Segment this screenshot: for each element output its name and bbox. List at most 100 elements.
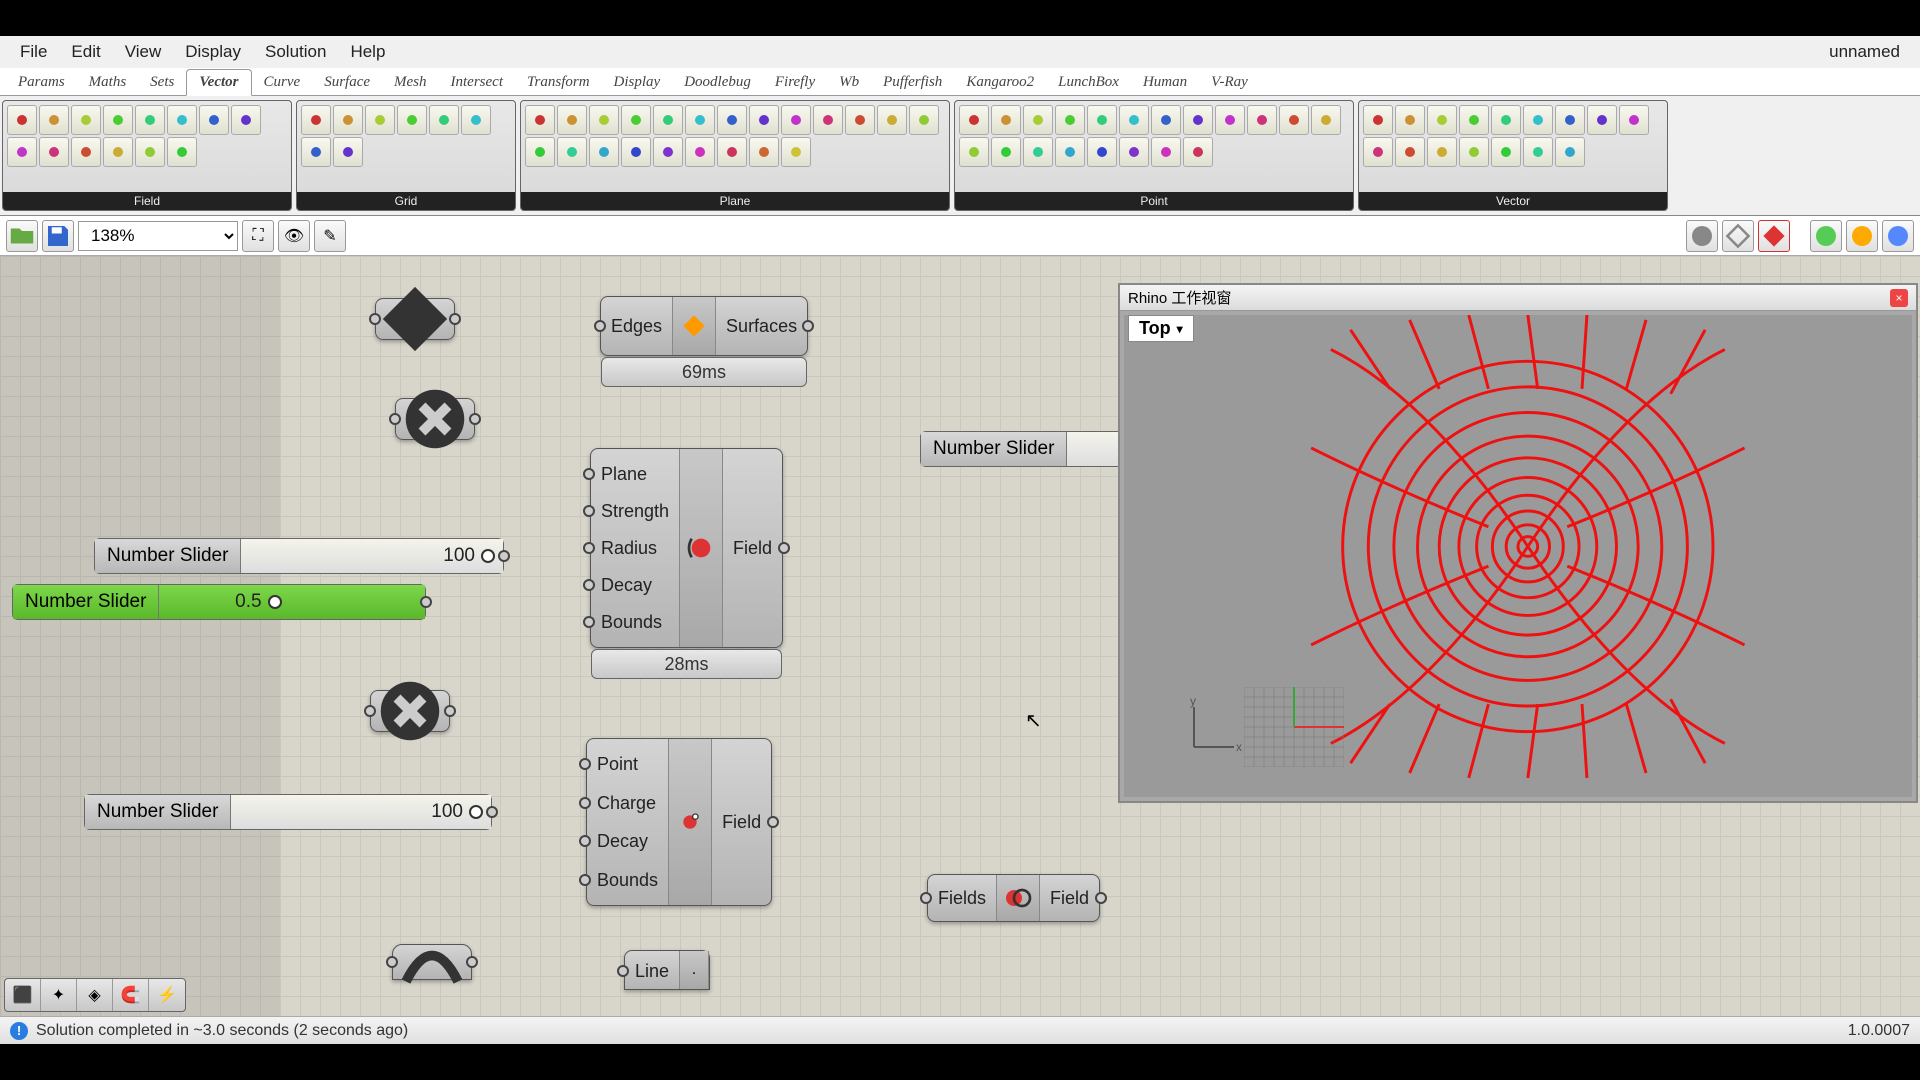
component-icon[interactable] — [959, 137, 989, 167]
slider-thumb[interactable] — [481, 549, 495, 563]
component-icon[interactable] — [653, 105, 683, 135]
component-icon[interactable] — [653, 137, 683, 167]
preview-mesh-high-button[interactable] — [1846, 220, 1878, 252]
component-icon[interactable] — [333, 105, 363, 135]
component-icon[interactable] — [1151, 105, 1181, 135]
component-icon[interactable] — [461, 105, 491, 135]
component-icon[interactable] — [1055, 137, 1085, 167]
input-grip[interactable] — [579, 758, 591, 770]
preview-button[interactable]: 👁 — [278, 220, 310, 252]
component-icon[interactable] — [167, 137, 197, 167]
output-grip[interactable] — [778, 542, 790, 554]
component-icon[interactable] — [1279, 105, 1309, 135]
component-icon[interactable] — [333, 137, 363, 167]
rhino-titlebar[interactable]: Rhino 工作视窗 × — [1120, 285, 1916, 311]
component-icon[interactable] — [135, 137, 165, 167]
tab-sets[interactable]: Sets — [138, 70, 186, 95]
component-icon[interactable] — [557, 137, 587, 167]
component-icon[interactable] — [1151, 137, 1181, 167]
output-grip[interactable] — [1095, 892, 1107, 904]
input-grip[interactable] — [579, 874, 591, 886]
slider-thumb[interactable] — [268, 595, 282, 609]
toolbar-btn-1[interactable]: ⬛ — [5, 979, 41, 1011]
save-button[interactable] — [42, 220, 74, 252]
menu-file[interactable]: File — [8, 36, 59, 68]
component-icon[interactable] — [365, 105, 395, 135]
output-grip[interactable] — [767, 816, 779, 828]
component-icon[interactable] — [39, 105, 69, 135]
tab-params[interactable]: Params — [6, 70, 77, 95]
component-icon[interactable] — [909, 105, 939, 135]
toolbar-btn-2[interactable]: ✦ — [41, 979, 77, 1011]
component-icon[interactable] — [103, 137, 133, 167]
component-icon[interactable] — [991, 105, 1021, 135]
component-icon[interactable] — [397, 105, 427, 135]
menu-solution[interactable]: Solution — [253, 36, 338, 68]
zoom-select[interactable]: 138% — [78, 221, 238, 251]
component-icon[interactable] — [1215, 105, 1245, 135]
component-icon[interactable] — [7, 105, 37, 135]
output-grip[interactable] — [486, 806, 498, 818]
component-icon[interactable] — [959, 105, 989, 135]
node-curve-param[interactable] — [392, 944, 472, 980]
component-icon[interactable] — [1523, 137, 1553, 167]
tab-mesh[interactable]: Mesh — [382, 70, 439, 95]
input-grip[interactable] — [579, 797, 591, 809]
tab-curve[interactable]: Curve — [252, 70, 313, 95]
component-icon[interactable] — [877, 105, 907, 135]
node-line[interactable]: Line . — [624, 950, 710, 990]
tab-doodlebug[interactable]: Doodlebug — [672, 70, 763, 95]
component-icon[interactable] — [1119, 105, 1149, 135]
component-icon[interactable] — [813, 105, 843, 135]
component-icon[interactable] — [71, 137, 101, 167]
input-grip[interactable] — [583, 505, 595, 517]
component-icon[interactable] — [1183, 137, 1213, 167]
node-merge-fields[interactable]: Fields Field — [927, 874, 1100, 922]
slider-0.5-selected[interactable]: Number Slider 0.5 — [12, 584, 426, 620]
component-icon[interactable] — [845, 105, 875, 135]
preview-mesh-low-button[interactable] — [1810, 220, 1842, 252]
output-grip[interactable] — [444, 705, 456, 717]
menu-help[interactable]: Help — [338, 36, 397, 68]
component-icon[interactable] — [781, 105, 811, 135]
component-icon[interactable] — [1023, 105, 1053, 135]
component-icon[interactable] — [1427, 105, 1457, 135]
open-button[interactable] — [6, 220, 38, 252]
component-icon[interactable] — [1491, 105, 1521, 135]
output-grip[interactable] — [469, 413, 481, 425]
menu-view[interactable]: View — [113, 36, 174, 68]
component-icon[interactable] — [685, 137, 715, 167]
preview-off-button[interactable] — [1686, 220, 1718, 252]
component-icon[interactable] — [135, 105, 165, 135]
component-icon[interactable] — [1395, 105, 1425, 135]
menu-display[interactable]: Display — [173, 36, 253, 68]
input-grip[interactable] — [583, 542, 595, 554]
component-icon[interactable] — [1119, 137, 1149, 167]
component-icon[interactable] — [1395, 137, 1425, 167]
tab-wb[interactable]: Wb — [827, 70, 871, 95]
component-icon[interactable] — [717, 137, 747, 167]
component-icon[interactable] — [429, 105, 459, 135]
preview-mesh-doc-button[interactable] — [1882, 220, 1914, 252]
component-icon[interactable] — [525, 105, 555, 135]
dropdown-icon[interactable]: ▾ — [1177, 322, 1183, 336]
component-icon[interactable] — [781, 137, 811, 167]
tab-lunchbox[interactable]: LunchBox — [1046, 70, 1131, 95]
input-grip[interactable] — [617, 965, 629, 977]
tab-firefly[interactable]: Firefly — [763, 70, 827, 95]
component-icon[interactable] — [167, 105, 197, 135]
node-cull-1[interactable] — [395, 398, 475, 440]
menu-edit[interactable]: Edit — [59, 36, 112, 68]
toolbar-btn-4[interactable]: 🧲 — [113, 979, 149, 1011]
tab-intersect[interactable]: Intersect — [439, 70, 515, 95]
component-icon[interactable] — [231, 105, 261, 135]
component-icon[interactable] — [301, 105, 331, 135]
input-grip[interactable] — [364, 705, 376, 717]
node-cull-2[interactable] — [370, 690, 450, 732]
component-icon[interactable] — [589, 137, 619, 167]
output-grip[interactable] — [449, 313, 461, 325]
component-icon[interactable] — [1555, 137, 1585, 167]
toolbar-btn-3[interactable]: ◈ — [77, 979, 113, 1011]
tab-vector[interactable]: Vector — [186, 69, 251, 96]
rhino-canvas[interactable]: y x — [1124, 315, 1912, 797]
